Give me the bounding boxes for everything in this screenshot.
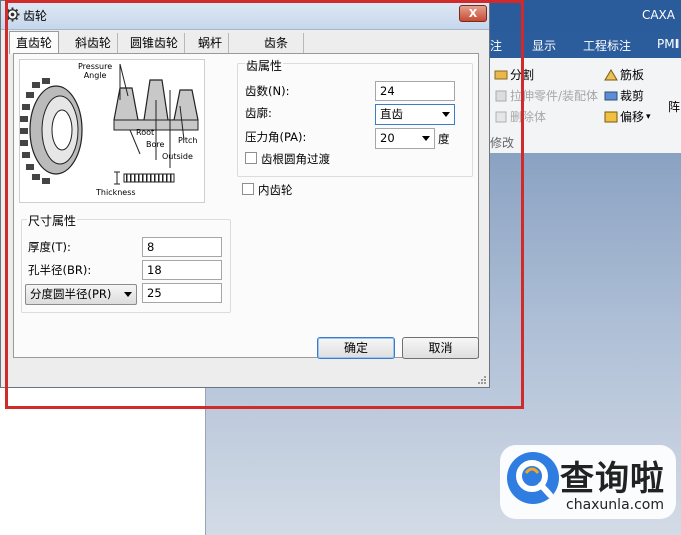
watermark-url: chaxunla.com xyxy=(566,497,664,513)
watermark: 查询啦 chaxunla.com xyxy=(500,445,676,519)
trim-icon xyxy=(604,91,618,100)
trim-button[interactable]: 裁剪 xyxy=(604,87,644,104)
watermark-brand: 查询啦 xyxy=(560,459,665,499)
app-title: CAXA xyxy=(641,8,675,22)
trim-label: 裁剪 xyxy=(620,89,645,103)
offset-label: 偏移 xyxy=(620,110,645,124)
ribbon-tab-display[interactable]: 显示 xyxy=(532,37,556,54)
highlight-annotation-box xyxy=(5,0,524,409)
offset-button[interactable]: 偏移 ▾ xyxy=(604,108,651,125)
search-logo-icon xyxy=(507,452,559,504)
offset-icon xyxy=(604,111,618,122)
rib-label: 筋板 xyxy=(620,68,645,82)
offset-dropdown-icon[interactable]: ▾ xyxy=(646,112,651,122)
rib-icon xyxy=(604,68,618,80)
ribbon-tab-more[interactable]: I xyxy=(676,37,680,51)
ribbon-tab-engineering-dim[interactable]: 工程标注 xyxy=(583,37,631,54)
pattern-group-label: 阵 xyxy=(668,100,681,114)
ribbon-tab-pmi[interactable]: PMI xyxy=(657,37,678,51)
rib-button[interactable]: 筋板 xyxy=(604,66,644,83)
